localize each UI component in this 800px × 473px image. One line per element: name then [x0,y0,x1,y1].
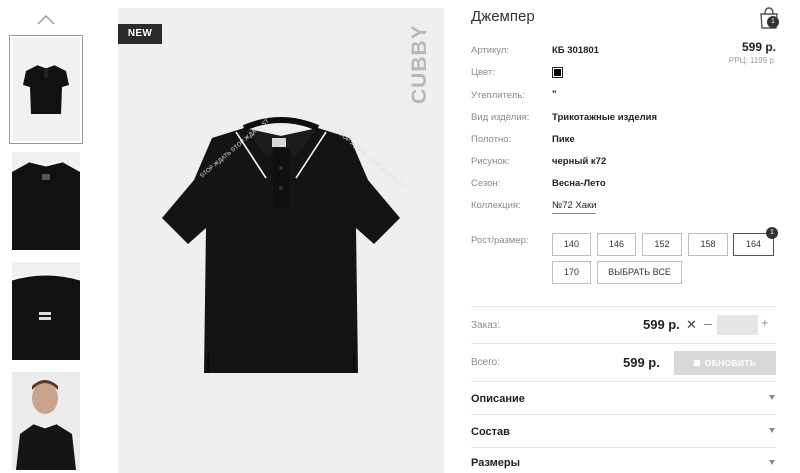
color-label: Цвет: [471,67,495,78]
accordion-composition[interactable]: Состав [471,415,776,447]
collection-label: Коллекция: [471,200,521,211]
accordion-title: Описание [471,393,525,405]
insulation-label: Утеплитель: [471,90,525,101]
polo-back-top-image [12,152,80,250]
thumbnail-back[interactable] [12,262,80,360]
size-option-152[interactable]: 152 [642,233,682,256]
product-price: 599 р. [741,40,776,54]
accordion-title: Состав [471,426,510,438]
accordion-description[interactable]: Описание [471,382,776,414]
chevron-up-icon[interactable] [37,14,55,26]
accordion-title: Размеры [471,457,521,469]
article-label: Артикул: [471,45,510,56]
product-type-label: Вид изделия: [471,112,530,123]
order-price: 599 р. [643,317,680,332]
divider [471,343,776,344]
collection-link[interactable]: №72 Хаки [552,200,597,214]
thumbnail-front[interactable] [9,35,83,144]
chevron-down-icon [769,395,775,400]
product-info-panel: Джемпер 1 599 р. РРЦ: 1199 р. Артикул: К… [471,0,779,473]
divider [471,306,776,307]
update-icon [693,360,700,366]
polo-back-image [12,262,80,360]
update-button[interactable]: ОБНОВИТЬ [674,351,776,375]
polo-front-image [23,64,69,114]
fabric-value: Пике [552,134,575,145]
remove-icon[interactable]: ✕ [686,317,697,333]
quantity-input[interactable] [717,315,758,335]
size-count-badge: 1 [766,227,778,239]
pattern-label: Рисунок: [471,156,510,167]
insulation-value: " [552,89,557,100]
product-type-value: Трикотажные изделия [552,112,658,123]
increase-quantity-button[interactable]: + [761,315,769,330]
order-label: Заказ: [471,320,501,331]
size-option-140[interactable]: 140 [552,233,591,256]
polo-shirt-image: STOP ЖДАТЬ STOP ЖДАТЬ ST STOP ЖДАТЬ STOP… [162,117,406,373]
size-option-170[interactable]: 170 [552,261,591,284]
chevron-down-icon [769,428,775,433]
decrease-quantity-button[interactable]: – [704,315,712,331]
size-option-146[interactable]: 146 [597,233,636,256]
chevron-down-icon [769,460,775,465]
thumbnail-gallery [0,0,92,473]
accordion-sizes[interactable]: Размеры [471,448,776,473]
total-label: Всего: [471,357,500,368]
product-title: Джемпер [471,8,535,25]
model-photo-image [12,372,80,470]
select-all-button[interactable]: ВЫБРАТЬ ВСЕ [597,261,682,284]
season-value: Весна-Лето [552,178,606,189]
thumbnail-back-top[interactable] [12,152,80,250]
season-label: Сезон: [471,178,501,189]
thumbnail-model[interactable] [12,372,80,470]
article-value: КБ 301801 [552,45,599,56]
fabric-label: Полотно: [471,134,512,145]
update-button-label: ОБНОВИТЬ [704,358,757,368]
size-option-158[interactable]: 158 [688,233,728,256]
recommended-price: РРЦ: 1199 р. [728,56,776,65]
cart-count-badge: 1 [767,16,779,28]
pattern-value: черный к72 [552,156,607,167]
size-label: Рост/размер: [471,235,529,246]
main-product-image[interactable]: NEW CUBBY STOP ЖДАТЬ STOP ЖДАТЬ ST STOP … [118,8,444,473]
color-swatch[interactable] [552,67,563,78]
total-price: 599 р. [623,355,660,370]
